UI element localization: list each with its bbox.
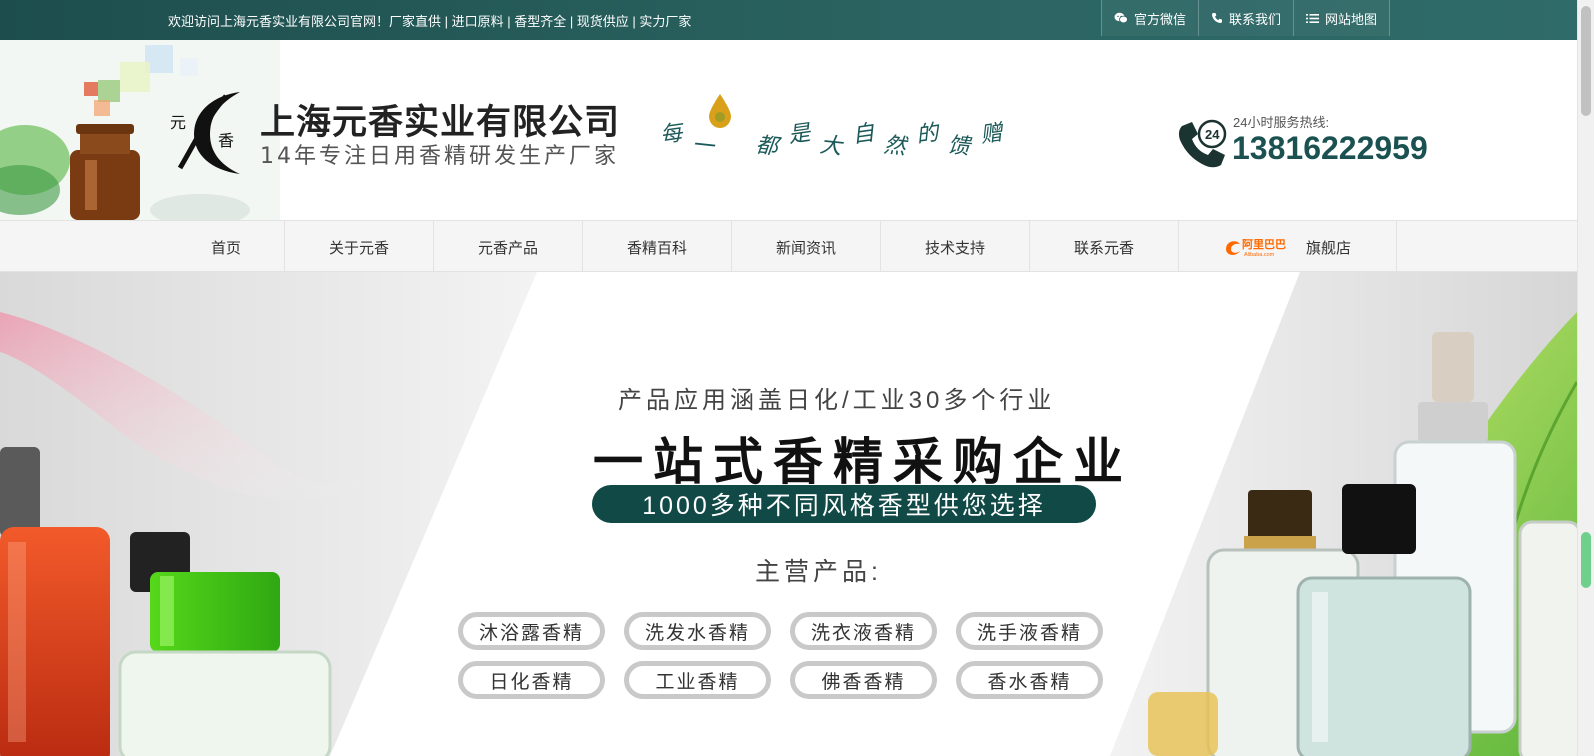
svg-text:香: 香 [218, 131, 234, 150]
main-products-label: 主营产品: [755, 558, 882, 586]
slogan-char: 一 [690, 132, 716, 161]
scroll-indicator [1581, 532, 1591, 588]
phone-icon [1211, 12, 1223, 24]
slogan-char: 大 [818, 132, 844, 161]
company-tagline: 14年专注日用香精研发生产厂家 [260, 144, 619, 169]
tag-shampoo[interactable]: 洗发水香精 [624, 612, 771, 650]
phone-badge: 24 [1205, 127, 1220, 142]
svg-text:元: 元 [170, 113, 186, 132]
company-logo[interactable]: 元 香 [170, 88, 248, 176]
nav-item-about[interactable]: 关于元香 [285, 221, 434, 273]
wechat-icon [1114, 12, 1128, 24]
tag-hand-wash[interactable]: 洗手液香精 [956, 612, 1103, 650]
flagship-label: 旗舰店 [1305, 239, 1351, 257]
tag-incense[interactable]: 佛香香精 [790, 661, 937, 699]
page: 欢迎访问上海元香实业有限公司官网！厂家直供 | 进口原料 | 香型齐全 | 现货… [0, 0, 1594, 756]
slogan-char: 的 [914, 120, 941, 149]
slogan-char: 每 [658, 120, 684, 149]
wechat-link-label: 官方微信 [1134, 11, 1187, 27]
slogan-char: 是 [786, 120, 813, 149]
slogan-char: 都 [754, 132, 780, 161]
top-links: 官方微信 联系我们 网站地图 [1101, 0, 1391, 40]
banner-headline: 一站式香精采购企业 [593, 434, 1133, 490]
wechat-link[interactable]: 官方微信 [1101, 0, 1199, 36]
nav-item-home[interactable]: 首页 [168, 221, 285, 273]
nav-item-products[interactable]: 元香产品 [434, 221, 583, 273]
nav-items: 首页 关于元香 元香产品 香精百科 新闻资讯 技术支持 联系元香 阿里巴巴 Al… [168, 221, 1397, 273]
welcome-text: 欢迎访问上海元香实业有限公司官网！厂家直供 | 进口原料 | 香型齐全 | 现货… [168, 14, 692, 29]
banner-pill: 1000多种不同风格香型供您选择 [592, 485, 1096, 523]
slogan-char: 馈 [946, 132, 972, 161]
scrollbar-thumb[interactable] [1581, 6, 1591, 116]
alibaba-logo: 阿里巴巴 Alibaba.com 旗舰店 [1224, 235, 1351, 259]
sitemap-link-label: 网站地图 [1325, 11, 1378, 27]
nav-item-support[interactable]: 技术支持 [881, 221, 1030, 273]
slogan-char: 然 [882, 132, 908, 161]
hotline-number[interactable]: 13816222959 [1232, 130, 1428, 167]
alibaba-sub-label: Alibaba.com [1244, 252, 1275, 258]
list-icon [1306, 13, 1320, 24]
sitemap-link[interactable]: 网站地图 [1293, 0, 1391, 36]
main-nav: 首页 关于元香 元香产品 香精百科 新闻资讯 技术支持 联系元香 阿里巴巴 Al… [0, 220, 1577, 273]
nav-item-encyclopedia[interactable]: 香精百科 [583, 221, 732, 273]
tag-laundry[interactable]: 洗衣液香精 [790, 612, 937, 650]
slogan-char: 自 [850, 120, 877, 149]
contact-link-label: 联系我们 [1229, 11, 1282, 27]
page-scrollbar[interactable] [1577, 0, 1594, 756]
hero-banner: 产品应用涵盖日化/工业30多个行业 一站式香精采购企业 1000多种不同风格香型… [0, 272, 1577, 756]
nav-item-alibaba-store[interactable]: 阿里巴巴 Alibaba.com 旗舰店 [1179, 221, 1397, 273]
nav-item-news[interactable]: 新闻资讯 [732, 221, 881, 273]
hotline-label: 24小时服务热线: [1233, 115, 1330, 130]
tag-body-wash[interactable]: 沐浴露香精 [458, 612, 605, 650]
contact-link[interactable]: 联系我们 [1198, 0, 1294, 36]
banner-subtitle: 产品应用涵盖日化/工业30多个行业 [618, 387, 1056, 414]
product-tags: 沐浴露香精 洗发水香精 洗衣液香精 洗手液香精 日化香精 工业香精 佛香香精 香… [458, 612, 1103, 699]
tag-industrial[interactable]: 工业香精 [624, 661, 771, 699]
slogan: 每一滴都是大自然的馈赠 [659, 121, 1012, 161]
slogan-char: 赠 [978, 120, 1005, 149]
top-bar: 欢迎访问上海元香实业有限公司官网！厂家直供 | 进口原料 | 香型齐全 | 现货… [0, 0, 1577, 40]
alibaba-label: 阿里巴巴 [1242, 237, 1286, 251]
hotline-phone-icon: 24 [1176, 118, 1228, 175]
tag-daily-chemical[interactable]: 日化香精 [458, 661, 605, 699]
tag-perfume[interactable]: 香水香精 [956, 661, 1103, 699]
site-header: 元 香 上海元香实业有限公司 14年专注日用香精研发生产厂家 每一滴都是大自然的… [0, 40, 1577, 220]
nav-item-contact[interactable]: 联系元香 [1030, 221, 1179, 273]
